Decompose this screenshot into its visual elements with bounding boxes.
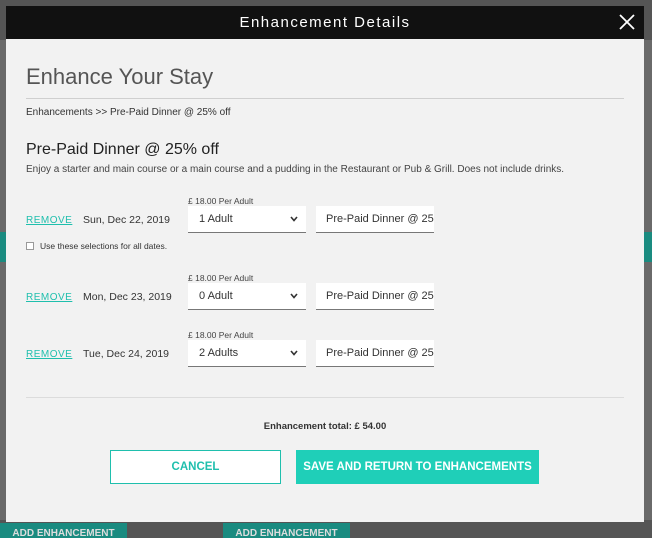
all-dates-checkbox[interactable] [26,242,34,250]
quantity-value: 1 Adult [199,213,233,225]
background-add-enhancement-button: ADD ENHANCEMENT [0,523,127,538]
background-right-edge [644,40,652,520]
divider [26,98,624,99]
enhancement-total: Enhancement total: £ 54.00 [263,421,387,432]
enhancement-name-field[interactable]: Pre-Paid Dinner @ 25% off [316,206,434,233]
cancel-button[interactable]: CANCEL [110,450,281,484]
divider [26,397,624,398]
remove-link[interactable]: REMOVE [26,349,72,360]
enhancement-details-modal: Enhancement Details Enhance Your Stay En… [6,6,644,522]
quantity-select[interactable]: 2 Adults [188,340,306,367]
enhancement-name-field[interactable]: Pre-Paid Dinner @ 25% off [316,340,434,367]
background-add-enhancement-button: ADD ENHANCEMENT [223,523,350,538]
modal-title: Enhancement Details [239,14,411,31]
quantity-value: 0 Adult [199,290,233,302]
enhancement-name-field[interactable]: Pre-Paid Dinner @ 25% off [316,283,434,310]
quantity-select[interactable]: 0 Adult [188,283,306,310]
modal-header: Enhancement Details [6,6,644,39]
enhancement-description: Enjoy a starter and main course or a mai… [26,164,565,175]
quantity-value: 2 Adults [199,347,239,359]
price-label: £ 18.00 Per Adult [188,330,254,340]
price-label: £ 18.00 Per Adult [188,196,254,206]
all-dates-option[interactable]: Use these selections for all dates. [26,241,167,251]
row-date: Tue, Dec 24, 2019 [83,348,169,360]
chevron-down-icon [290,350,298,356]
breadcrumb: Enhancements >> Pre-Paid Dinner @ 25% of… [26,107,231,118]
background-accent-right [644,232,652,262]
row-date: Sun, Dec 22, 2019 [83,214,170,226]
close-icon[interactable] [618,13,636,31]
row-date: Mon, Dec 23, 2019 [83,291,172,303]
chevron-down-icon [290,293,298,299]
quantity-select[interactable]: 1 Adult [188,206,306,233]
price-label: £ 18.00 Per Adult [188,273,254,283]
remove-link[interactable]: REMOVE [26,292,72,303]
save-and-return-button[interactable]: SAVE AND RETURN TO ENHANCEMENTS [296,450,539,484]
remove-link[interactable]: REMOVE [26,215,72,226]
enhancement-title: Pre-Paid Dinner @ 25% off [26,141,219,158]
page-title: Enhance Your Stay [26,64,214,89]
all-dates-label: Use these selections for all dates. [40,241,168,251]
chevron-down-icon [290,216,298,222]
